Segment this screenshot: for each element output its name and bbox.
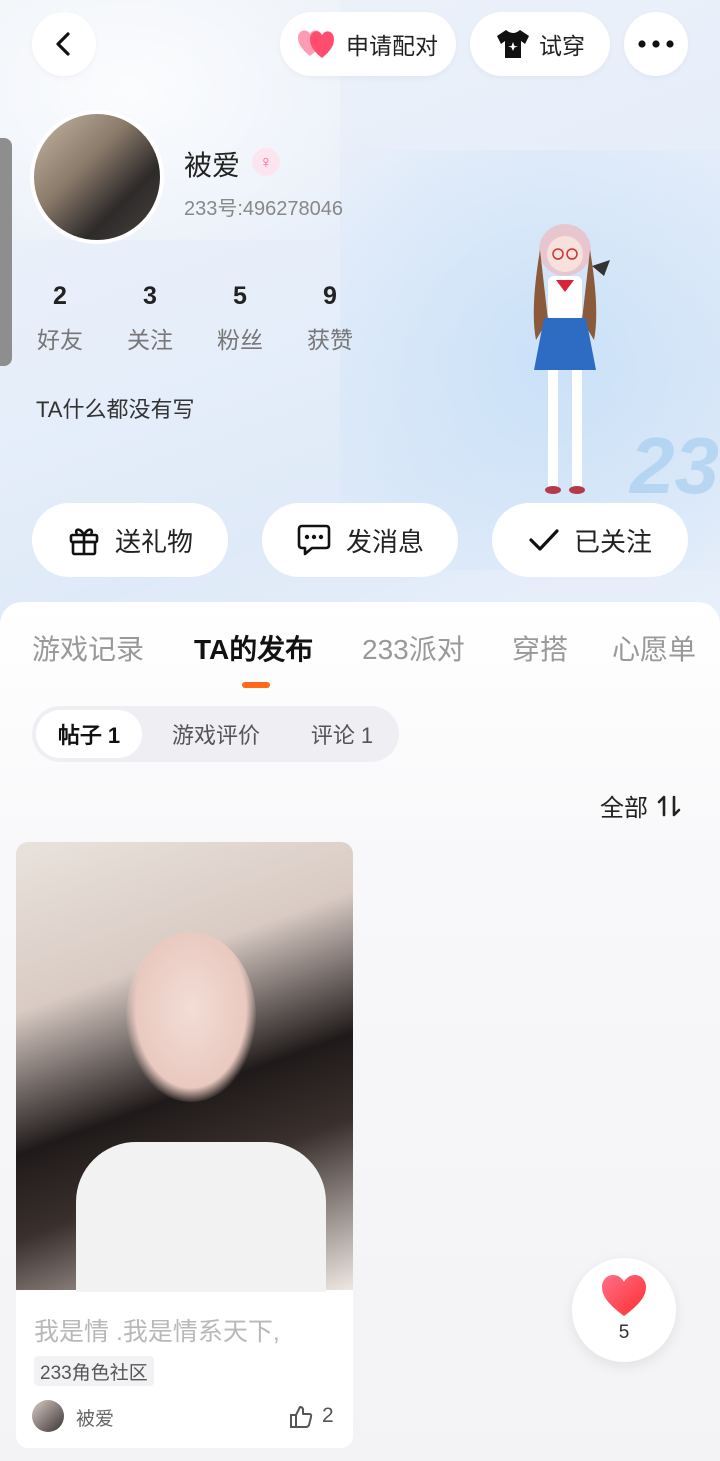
tab-outfits[interactable]: 穿搭 — [512, 628, 568, 668]
stat-fans-count: 5 — [233, 282, 247, 310]
post-card[interactable]: 我是情 .我是情系天下, 233角色社区 被爱 2 — [16, 842, 353, 1448]
floating-like-count: 5 — [618, 1322, 630, 1343]
stat-following[interactable]: 3 关注 — [120, 282, 180, 355]
match-request-button[interactable]: 申请配对 — [280, 12, 456, 76]
stat-likes-label: 获赞 — [307, 327, 353, 353]
user-id: 233号:496278046 — [184, 198, 344, 220]
checkmark-icon — [529, 529, 559, 551]
post-author-name[interactable]: 被爱 — [76, 1404, 114, 1431]
match-request-label: 申请配对 — [346, 33, 438, 59]
tab-wishlist[interactable]: 心愿单 — [612, 628, 696, 668]
sort-arrows-icon — [657, 795, 681, 816]
chat-bubble-icon — [297, 524, 331, 556]
tab-ta-posts[interactable]: TA的发布 — [194, 628, 313, 668]
shirt-icon — [497, 30, 529, 58]
gift-icon — [69, 528, 99, 556]
stat-likes-count: 9 — [323, 282, 337, 310]
post-title: 我是情 .我是情系天下, — [34, 1318, 280, 1346]
followed-label: 已关注 — [573, 526, 652, 557]
nickname: 被爱 — [184, 150, 241, 181]
tab-game-records[interactable]: 游戏记录 — [32, 628, 144, 668]
sort-filter-label: 全部 — [600, 795, 648, 822]
stat-fans-label: 粉丝 — [217, 327, 263, 353]
stat-likes[interactable]: 9 获赞 — [300, 282, 360, 355]
stat-friends[interactable]: 2 好友 — [30, 282, 90, 355]
decor-233-text: 233 — [630, 421, 720, 510]
heart-icon — [602, 1275, 646, 1316]
subtab-posts[interactable]: 帖子 1 — [36, 710, 142, 758]
sort-filter-button[interactable]: 全部 — [600, 788, 682, 823]
post-image[interactable] — [16, 842, 353, 1292]
chevron-left-icon — [56, 32, 70, 56]
floating-like-button[interactable]: 5 — [572, 1258, 676, 1362]
subtab-group: 帖子 1 游戏评价 评论 1 — [32, 706, 399, 762]
avatar-character-figure — [533, 224, 610, 494]
stat-following-label: 关注 — [127, 327, 173, 353]
double-heart-icon — [298, 30, 334, 58]
active-tab-indicator — [242, 682, 270, 688]
side-drawer-handle[interactable] — [0, 138, 12, 366]
stat-friends-count: 2 — [53, 282, 67, 310]
post-community-tag[interactable]: 233角色社区 — [34, 1356, 154, 1386]
tab-233-party[interactable]: 233派对 — [362, 628, 465, 668]
try-on-label: 试穿 — [539, 33, 585, 59]
stat-following-count: 3 — [143, 282, 157, 310]
subtab-game-reviews[interactable]: 游戏评价 — [152, 710, 280, 758]
more-dots-icon — [638, 40, 674, 48]
followed-button[interactable]: 已关注 — [492, 503, 688, 577]
subtab-comments[interactable]: 评论 1 — [294, 710, 390, 758]
post-like-count: 2 — [322, 1404, 334, 1427]
post-author-avatar[interactable] — [32, 1400, 64, 1432]
user-bio: TA什么都没有写 — [36, 397, 195, 422]
try-on-button[interactable]: 试穿 — [470, 12, 610, 76]
send-message-label: 发消息 — [345, 526, 424, 557]
more-options-button[interactable] — [624, 12, 688, 76]
back-button[interactable] — [32, 12, 96, 76]
send-gift-button[interactable]: 送礼物 — [32, 503, 228, 577]
thumbs-up-icon[interactable] — [288, 1404, 314, 1430]
send-message-button[interactable]: 发消息 — [262, 503, 458, 577]
stat-friends-label: 好友 — [37, 327, 83, 353]
user-avatar[interactable] — [30, 110, 164, 244]
send-gift-label: 送礼物 — [114, 526, 193, 557]
female-gender-icon: ♀ — [252, 148, 280, 176]
stat-fans[interactable]: 5 粉丝 — [210, 282, 270, 355]
